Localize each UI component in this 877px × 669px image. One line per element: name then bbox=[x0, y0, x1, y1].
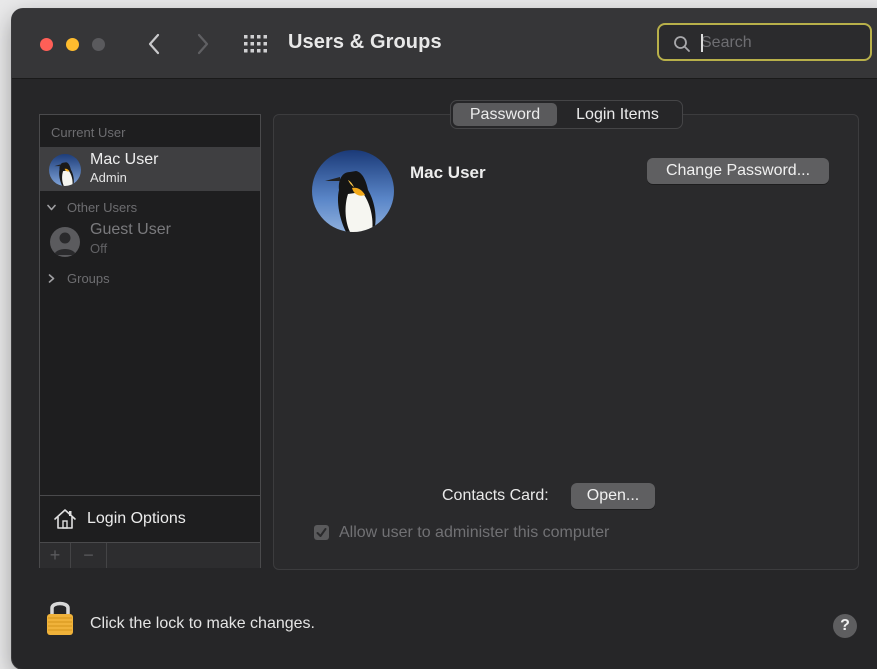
minimize-button[interactable] bbox=[66, 38, 79, 51]
search-icon bbox=[674, 36, 690, 52]
sidebar-item-mac-user[interactable]: Mac User Admin bbox=[40, 147, 260, 191]
current-user-name: Mac User bbox=[90, 151, 159, 168]
groups-group[interactable]: Groups bbox=[47, 271, 110, 286]
current-user-role: Admin bbox=[90, 170, 127, 185]
search-field[interactable] bbox=[657, 23, 872, 61]
add-user-button[interactable]: + bbox=[40, 543, 71, 568]
groups-label: Groups bbox=[67, 271, 110, 286]
tab-control: Password Login Items bbox=[450, 100, 683, 129]
login-options-item[interactable]: Login Options bbox=[40, 495, 260, 542]
current-user-header: Current User bbox=[51, 125, 126, 140]
guest-user-name[interactable]: Guest User bbox=[90, 221, 171, 239]
other-users-group[interactable]: Other Users bbox=[47, 200, 137, 215]
change-password-button[interactable]: Change Password... bbox=[647, 158, 829, 184]
login-options-label: Login Options bbox=[87, 510, 186, 527]
chevron-left-icon bbox=[148, 33, 160, 55]
chevron-right-icon bbox=[197, 33, 209, 55]
user-full-name: Mac User bbox=[410, 163, 486, 182]
help-button[interactable]: ? bbox=[833, 614, 857, 638]
tab-password[interactable]: Password bbox=[453, 103, 557, 126]
penguin-avatar-icon bbox=[49, 154, 81, 186]
back-button[interactable] bbox=[143, 31, 165, 57]
lock-button[interactable] bbox=[45, 597, 75, 642]
remove-user-button[interactable]: − bbox=[71, 543, 107, 568]
guest-user-status: Off bbox=[90, 241, 108, 256]
allow-admin-checkbox[interactable] bbox=[314, 525, 329, 540]
text-caret bbox=[701, 34, 703, 52]
allow-admin-label[interactable]: Allow user to administer this computer bbox=[339, 524, 609, 542]
title-bar: Users & Groups bbox=[12, 9, 877, 79]
preferences-window: Users & Groups Current User bbox=[12, 9, 877, 669]
show-all-button[interactable] bbox=[244, 34, 268, 54]
penguin-avatar-icon bbox=[312, 150, 394, 232]
chevron-right-icon bbox=[48, 274, 55, 283]
house-icon bbox=[54, 509, 76, 529]
grid-icon bbox=[244, 35, 267, 53]
search-input[interactable] bbox=[699, 31, 863, 55]
user-picture[interactable] bbox=[312, 150, 394, 232]
chevron-down-icon bbox=[47, 204, 56, 211]
open-contacts-button[interactable]: Open... bbox=[571, 483, 655, 509]
guest-avatar[interactable] bbox=[50, 227, 80, 257]
tab-login-items[interactable]: Login Items bbox=[557, 103, 678, 126]
users-sidebar: Current User Mac User Admin Other Users … bbox=[39, 114, 261, 568]
contacts-card-label: Contacts Card: bbox=[442, 487, 549, 504]
other-users-label: Other Users bbox=[67, 200, 138, 215]
sidebar-footer: + − bbox=[40, 542, 260, 568]
close-button[interactable] bbox=[40, 38, 53, 51]
zoom-button[interactable] bbox=[92, 38, 105, 51]
forward-button[interactable] bbox=[192, 31, 214, 57]
window-title: Users & Groups bbox=[288, 31, 442, 53]
avatar bbox=[49, 154, 81, 186]
person-icon bbox=[54, 232, 76, 255]
lock-icon bbox=[47, 601, 73, 635]
checkmark-icon bbox=[316, 528, 327, 537]
lock-message[interactable]: Click the lock to make changes. bbox=[90, 615, 315, 633]
